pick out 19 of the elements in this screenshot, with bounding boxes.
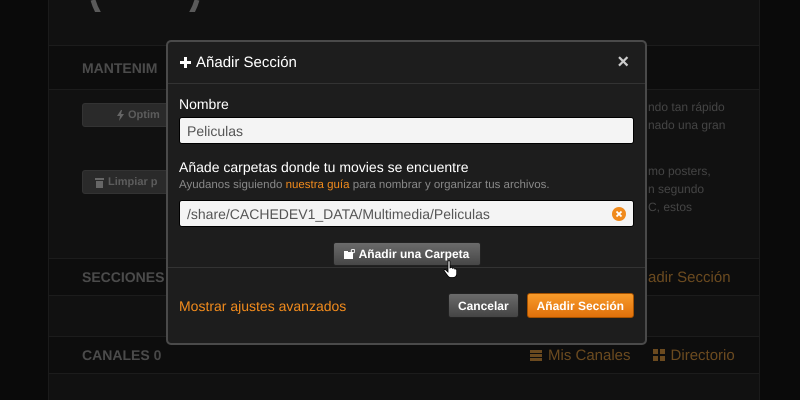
dialog-title: Añadir Sección — [196, 54, 298, 71]
clear-icon — [612, 206, 626, 220]
list-icon — [530, 350, 542, 360]
trash-icon — [95, 176, 104, 188]
guide-link[interactable]: nuestra guía — [286, 179, 350, 191]
grid-icon — [652, 349, 665, 361]
plus-icon — [180, 57, 191, 68]
advanced-settings-link[interactable]: Mostrar ajustes avanzados — [179, 298, 346, 314]
section-heading: MANTENIM — [82, 60, 158, 76]
lightning-icon — [117, 110, 124, 120]
add-folder-button[interactable]: Añadir una Carpeta — [332, 242, 480, 266]
folder-path-field[interactable]: /share/CACHEDEV1_DATA/Multimedia/Peliculas — [179, 200, 634, 227]
section-heading: SECCIONES — [82, 269, 164, 285]
hand-cursor-icon — [443, 260, 457, 278]
cancel-button[interactable]: Cancelar — [448, 293, 519, 318]
section-heading: CANALES 0 — [82, 347, 162, 363]
folder-icon — [344, 249, 355, 259]
name-field[interactable]: Peliculas — [179, 117, 634, 144]
close-button[interactable]: × — [613, 51, 633, 74]
